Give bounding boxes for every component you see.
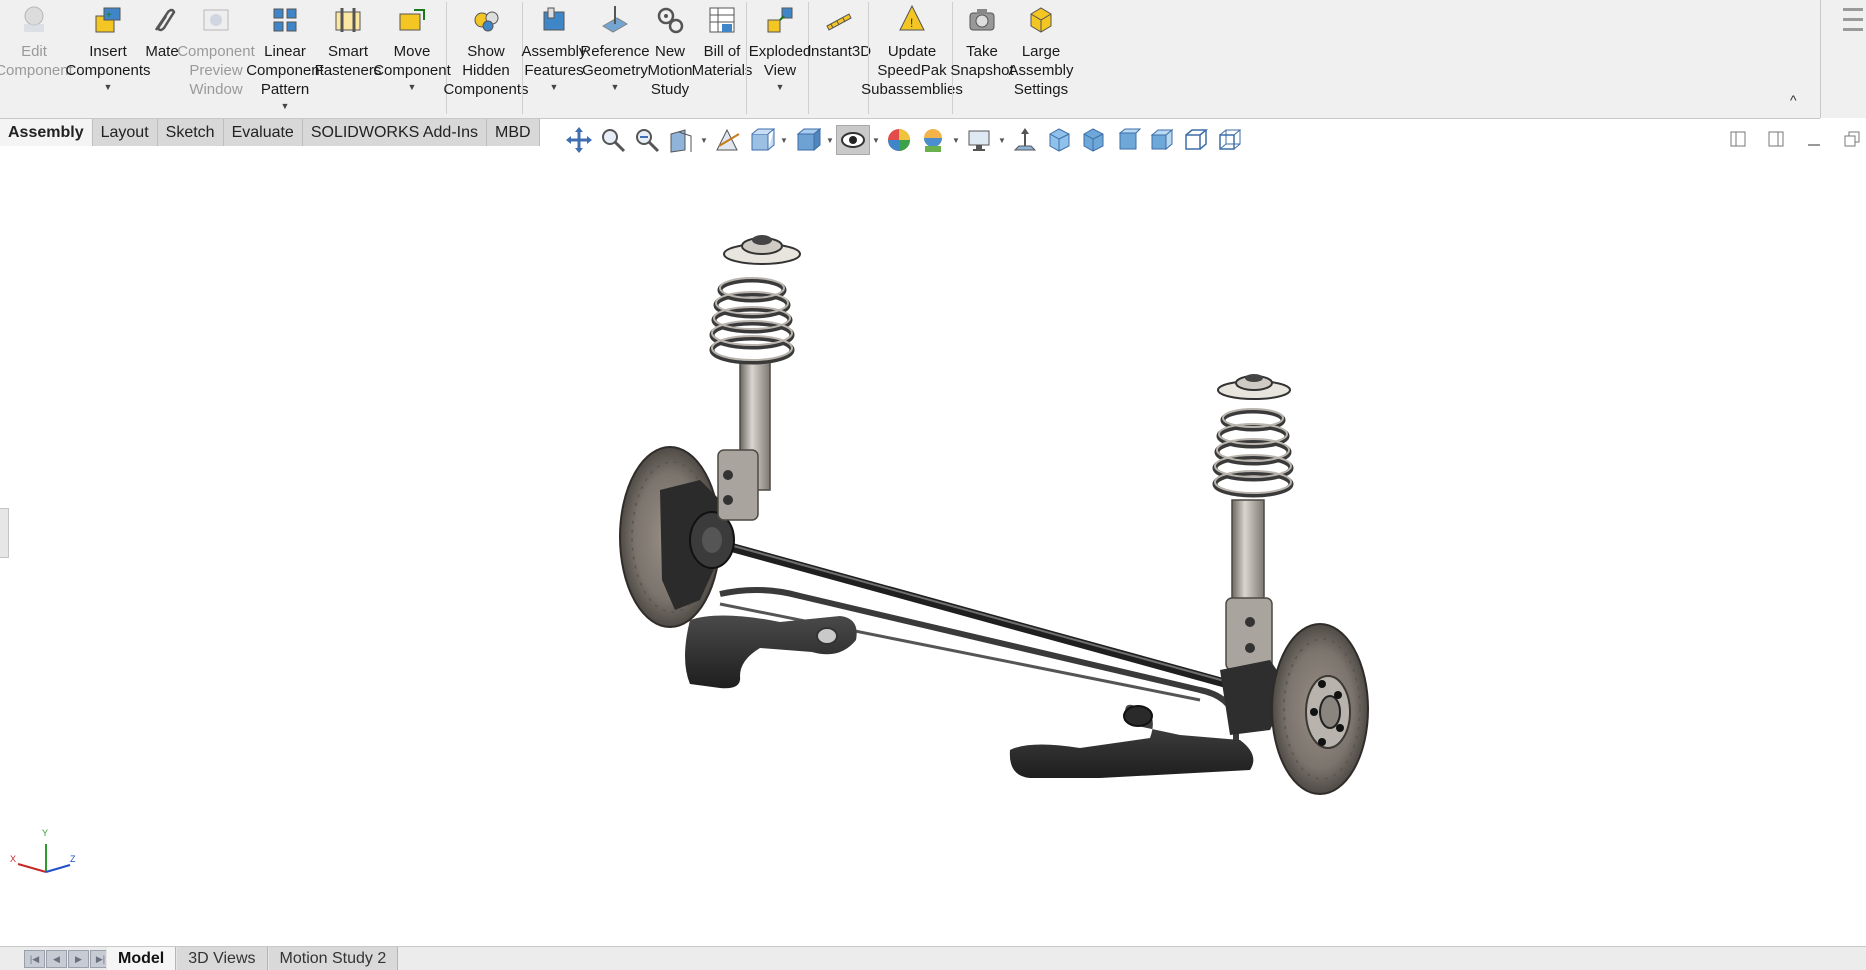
speedpak-button[interactable]: ! Update SpeedPak Subassemblies [861,4,963,99]
tab-sketch[interactable]: Sketch [157,119,224,146]
instant3d-button[interactable]: Instant3D [807,4,871,61]
dropdown-arrow-icon[interactable]: ▼ [776,82,785,92]
edit-component-button[interactable]: Edit Component [0,4,73,80]
insert-components-button[interactable]: + Insert Components ▼ [65,4,151,92]
ribbon-separator [746,2,747,114]
exploded-view-icon [764,4,796,36]
collapse-ribbon-icon[interactable]: ^ [1790,92,1797,108]
bill-of-materials-button[interactable]: Bill of Materials [692,4,752,80]
ribbon-button-label: Bill of Materials [691,43,753,79]
assembly-features-icon [538,4,570,36]
edit-component-icon [18,4,50,36]
dropdown-arrow-icon[interactable]: ▼ [281,101,290,111]
linear-pattern-icon [269,4,301,36]
dropdown-arrow-icon[interactable]: ▼ [824,136,836,145]
dropdown-arrow-icon[interactable]: ▼ [996,136,1008,145]
ribbon-button-label: Take Snapshot [950,43,1014,79]
ribbon-button-label: Edit Component [0,43,73,79]
tab-assembly[interactable]: Assembly [0,119,93,146]
graphics-area[interactable] [0,146,1866,946]
mate-paperclip-icon [146,4,178,36]
dropdown-arrow-icon[interactable]: ▼ [408,82,417,92]
reference-geometry-button[interactable]: Reference Geometry ▼ [580,4,650,92]
dropdown-arrow-icon[interactable]: ▼ [611,82,620,92]
dropdown-arrow-icon[interactable]: ▼ [550,82,559,92]
component-preview-icon [200,4,232,36]
dropdown-arrow-icon[interactable]: ▼ [870,136,882,145]
assembly-features-button[interactable]: Assembly Features ▼ [521,4,587,92]
ribbon-button-label: Reference Geometry [580,43,650,79]
mate-paperclip-button[interactable]: Mate [145,4,179,61]
ribbon-button-label: Smart Fasteners [314,43,382,79]
dropdown-arrow-icon[interactable]: ▼ [104,82,113,92]
ribbon-button-label: Mate [145,43,179,60]
instant3d-icon [823,4,855,36]
triad-y-label: Y [42,828,48,838]
ribbon-button-label: New Motion Study [647,43,693,98]
tab-layout[interactable]: Layout [92,119,158,146]
tab-solidworks-add-ins[interactable]: SOLIDWORKS Add-Ins [302,119,487,146]
bottom-tab-model[interactable]: Model [106,947,177,970]
reference-geometry-icon [599,4,631,36]
dropdown-arrow-icon[interactable]: ▼ [950,136,962,145]
large-assembly-icon [1025,4,1057,36]
linear-pattern-button[interactable]: Linear Component Pattern ▼ [246,4,324,111]
dropdown-arrow-icon[interactable]: ▼ [698,136,710,145]
move-component-button[interactable]: Move Component ▼ [373,4,451,92]
exploded-view-button[interactable]: Exploded View ▼ [749,4,811,92]
ribbon-button-label: Insert Components [65,43,151,79]
reference-triad: Y X Z [8,822,78,887]
ribbon-button-label: Exploded View [748,43,812,79]
show-hidden-button[interactable]: Show Hidden Components [443,4,529,99]
model-tabs: Model 3D Views Motion Study 2 [106,947,399,970]
suspension-assembly-model[interactable] [0,146,1866,946]
component-preview-button[interactable]: Component Preview Window [177,4,255,99]
svg-text:+: + [106,10,112,21]
tab-scroll-arrows: |◀ ◀ ▶ ▶| [24,950,112,968]
motion-study-icon [654,4,686,36]
ribbon-button-label: Linear Component Pattern [246,43,324,98]
motion-study-button[interactable]: New Motion Study [647,4,693,99]
speedpak-icon: ! [896,4,928,36]
first-tab-icon[interactable]: |◀ [24,950,45,968]
large-assembly-button[interactable]: Large Assembly Settings [1008,4,1074,99]
prev-tab-icon[interactable]: ◀ [46,950,67,968]
task-pane-strip [1820,0,1866,118]
ribbon-button-label: Show Hidden Components [443,43,529,98]
bottom-tab-bar: |◀ ◀ ▶ ▶| Model 3D Views Motion Study 2 [0,946,1866,970]
insert-components-icon: + [92,4,124,36]
ribbon-button-label: Update SpeedPak Subassemblies [861,43,963,98]
bottom-tab-3d-views[interactable]: 3D Views [176,947,268,970]
dropdown-arrow-icon[interactable]: ▼ [778,136,790,145]
command-manager-ribbon: Edit Component + Insert Components ▼ Mate Com… [0,0,1820,119]
triad-x-label: X [10,854,16,864]
move-component-icon [396,4,428,36]
command-manager-tabs: Assembly Layout Sketch Evaluate SOLIDWORKS A… [0,119,540,146]
show-hidden-icon [470,4,502,36]
ribbon-button-label: Component Preview Window [177,43,255,98]
task-pane-handle-icon[interactable] [1821,0,1866,118]
svg-text:!: ! [910,16,913,30]
bottom-tab-motion-study-2[interactable]: Motion Study 2 [267,947,399,970]
next-tab-icon[interactable]: ▶ [68,950,89,968]
ribbon-button-label: Move Component [373,43,451,79]
tab-evaluate[interactable]: Evaluate [223,119,303,146]
ribbon-button-label: Large Assembly Settings [1008,43,1074,98]
ribbon-button-label: Assembly Features [521,43,587,79]
triad-z-label: Z [70,854,76,864]
camera-button[interactable]: Take Snapshot [950,4,1014,80]
feature-manager-toggle[interactable] [0,508,9,558]
camera-icon [966,4,998,36]
tab-mbd[interactable]: MBD [487,119,540,146]
smart-fasteners-icon [332,4,364,36]
bill-of-materials-icon [706,4,738,36]
smart-fasteners-button[interactable]: Smart Fasteners [315,4,381,80]
